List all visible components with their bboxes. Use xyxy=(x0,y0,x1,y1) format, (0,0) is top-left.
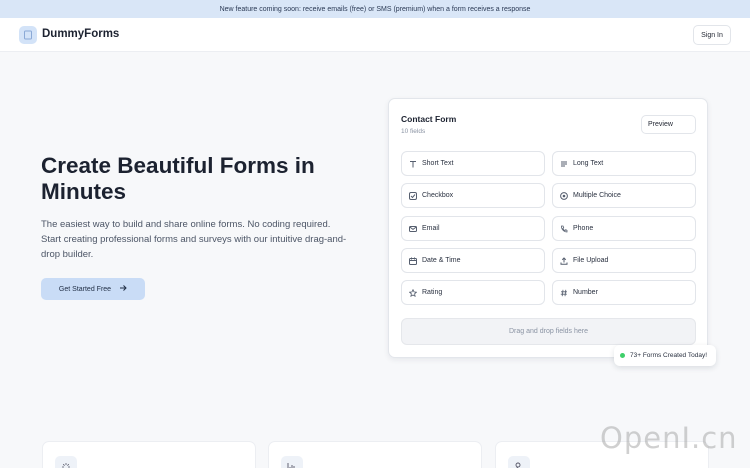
field-phone[interactable]: Phone xyxy=(552,216,696,241)
feature-card xyxy=(42,441,256,468)
mail-icon xyxy=(408,224,417,233)
form-title: Contact Form xyxy=(401,114,457,124)
calendar-icon xyxy=(408,256,417,265)
user-settings-icon xyxy=(508,456,530,468)
hero-title: Create Beautiful Forms in Minutes xyxy=(41,153,315,204)
badge-label: 73+ Forms Created Today! xyxy=(630,352,708,359)
field-date-time[interactable]: Date & Time xyxy=(401,248,545,273)
drop-zone[interactable]: Drag and drop fields here xyxy=(401,318,696,345)
sign-in-button[interactable]: Sign In xyxy=(693,25,731,45)
text-icon xyxy=(408,159,417,168)
field-label: Checkbox xyxy=(422,192,454,199)
announcement-text: New feature coming soon: receive emails … xyxy=(219,5,531,13)
field-label: Long Text xyxy=(573,160,604,167)
field-checkbox[interactable]: Checkbox xyxy=(401,183,545,208)
chart-icon xyxy=(281,456,303,468)
field-label: File Upload xyxy=(573,257,609,264)
feature-card xyxy=(268,441,482,468)
arrow-right-icon xyxy=(119,284,127,294)
radio-icon xyxy=(559,191,568,200)
brand-name[interactable]: DummyForms xyxy=(42,28,119,40)
field-long-text[interactable]: Long Text xyxy=(552,151,696,176)
field-rating[interactable]: Rating xyxy=(401,280,545,305)
field-short-text[interactable]: Short Text xyxy=(401,151,545,176)
watermark-text: OpenI.cn xyxy=(600,421,738,455)
field-label: Email xyxy=(422,225,440,232)
form-builder-card: Contact Form 10 fields Preview Short Tex… xyxy=(388,98,708,358)
phone-icon xyxy=(559,224,568,233)
field-label: Short Text xyxy=(422,160,454,167)
get-started-label: Get Started Free xyxy=(58,285,112,293)
sparkle-icon xyxy=(55,456,77,468)
field-label: Phone xyxy=(573,225,594,232)
hero-subtitle: The easiest way to build and share onlin… xyxy=(41,219,347,260)
field-file-upload[interactable]: File Upload xyxy=(552,248,696,273)
get-started-button[interactable]: Get Started Free xyxy=(41,278,145,300)
top-navbar: DummyForms Sign In xyxy=(0,18,750,52)
field-email[interactable]: Email xyxy=(401,216,545,241)
star-icon xyxy=(408,288,417,297)
field-count: 10 fields xyxy=(401,128,426,135)
hash-icon xyxy=(559,288,568,297)
field-label: Rating xyxy=(422,289,443,296)
upload-icon xyxy=(559,256,568,265)
field-label: Date & Time xyxy=(422,257,461,264)
paragraph-icon xyxy=(559,159,568,168)
field-number[interactable]: Number xyxy=(552,280,696,305)
status-dot xyxy=(620,353,625,358)
field-label: Multiple Choice xyxy=(573,192,621,199)
checkbox-icon xyxy=(408,191,417,200)
preview-button[interactable]: Preview xyxy=(641,115,696,134)
logo-icon[interactable] xyxy=(19,26,37,44)
field-label: Number xyxy=(573,289,598,296)
announcement-bar: New feature coming soon: receive emails … xyxy=(0,0,750,18)
field-multiple-choice[interactable]: Multiple Choice xyxy=(552,183,696,208)
forms-created-badge: 73+ Forms Created Today! xyxy=(614,345,716,366)
